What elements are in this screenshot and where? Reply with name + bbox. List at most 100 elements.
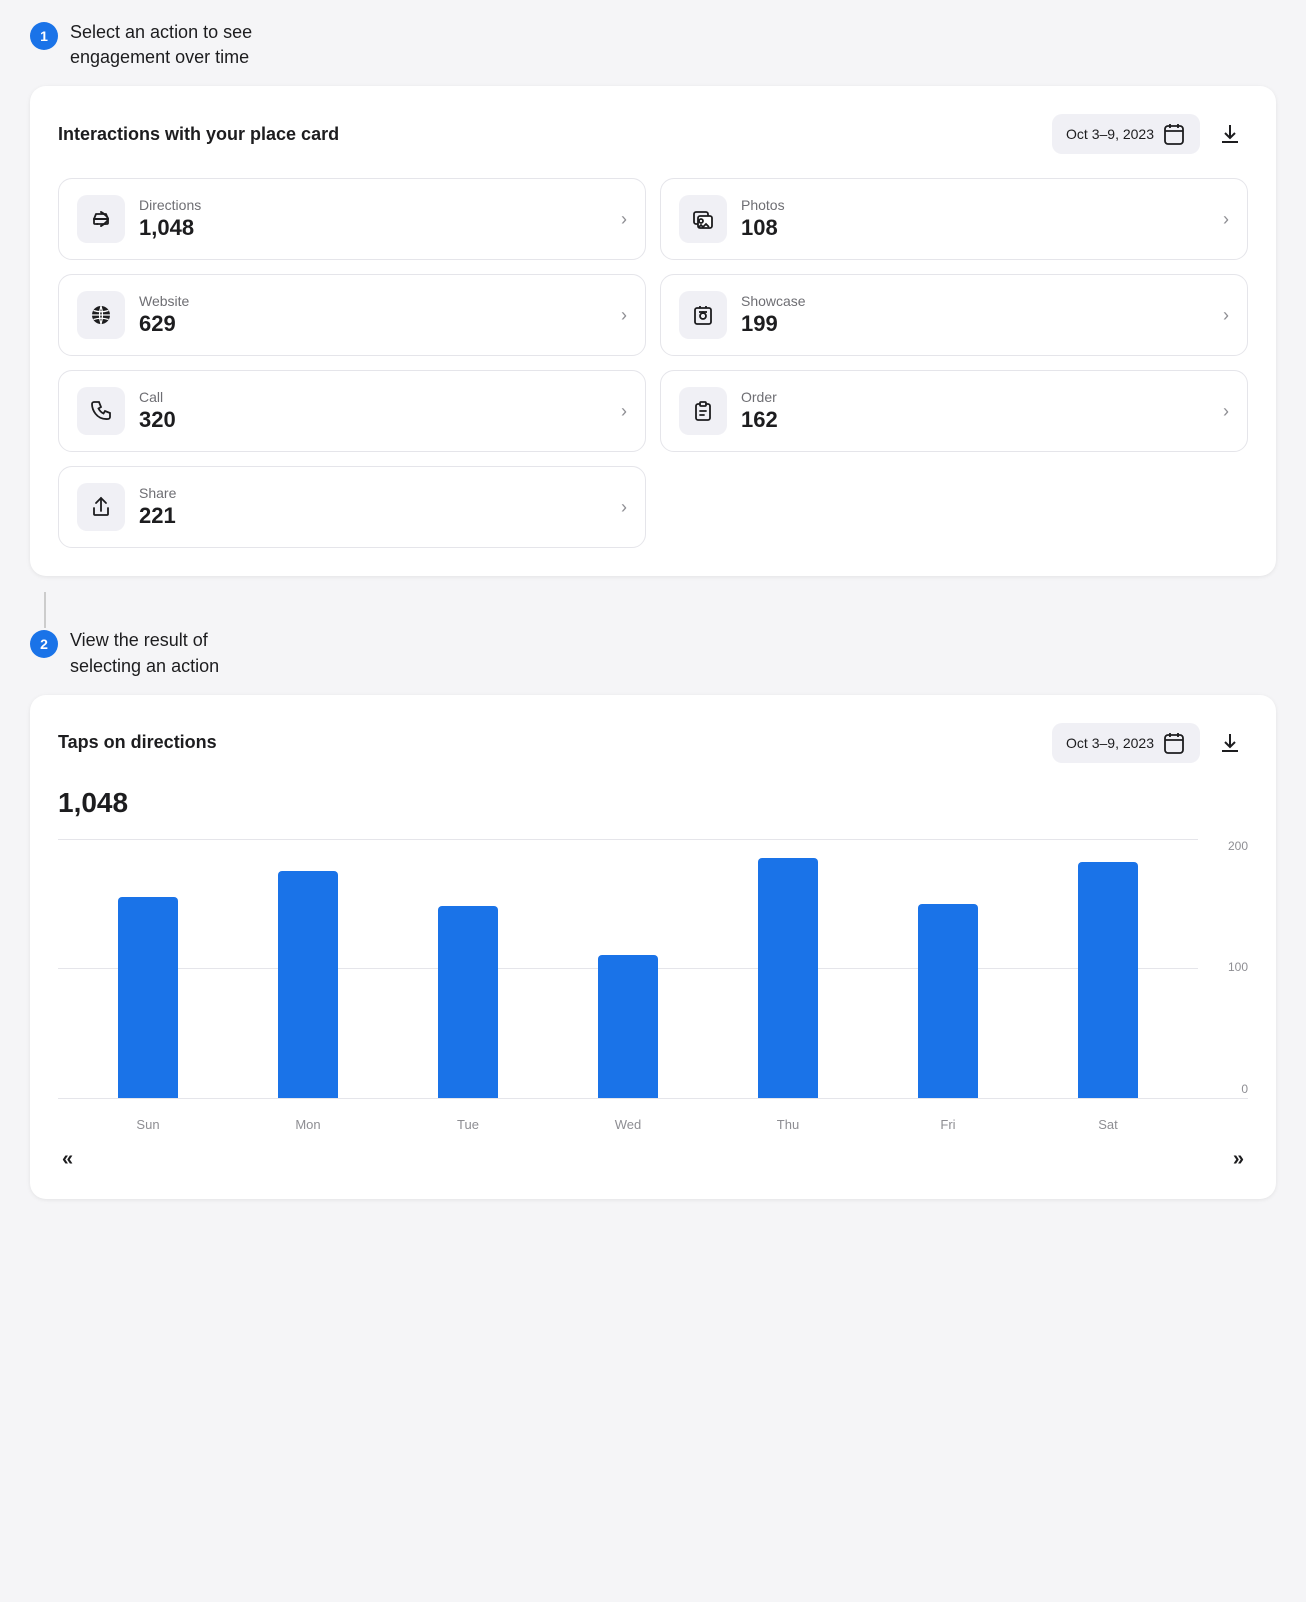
interaction-item-photos[interactable]: Photos 108 › (660, 178, 1248, 260)
bar-group-fri (868, 839, 1028, 1098)
bar-thu[interactable] (758, 858, 818, 1098)
chart-total-value: 1,048 (58, 787, 1248, 819)
bar-tue[interactable] (438, 906, 498, 1098)
call-icon-wrap (77, 387, 125, 435)
interactions-date-badge[interactable]: Oct 3–9, 2023 (1052, 114, 1200, 154)
bar-group-mon (228, 839, 388, 1098)
bar-mon[interactable] (278, 871, 338, 1098)
directions-info: Directions 1,048 (139, 197, 607, 241)
step-2-text: View the result ofselecting an action (70, 628, 219, 678)
bar-sun[interactable] (118, 897, 178, 1098)
call-icon (89, 399, 113, 423)
call-chevron: › (621, 401, 627, 422)
order-chevron: › (1223, 401, 1229, 422)
website-value: 629 (139, 311, 607, 337)
grid-line-bottom (58, 1098, 1198, 1099)
x-label-thu: Thu (708, 1117, 868, 1132)
chart-download-button[interactable] (1212, 725, 1248, 761)
chart-header-right: Oct 3–9, 2023 (1052, 723, 1248, 763)
chart-card-header: Taps on directions Oct 3–9, 2023 (58, 723, 1248, 763)
order-label: Order (741, 389, 1209, 405)
bar-wed[interactable] (598, 955, 658, 1097)
share-icon-wrap (77, 483, 125, 531)
photos-value: 108 (741, 215, 1209, 241)
chart-next-button[interactable]: » (1233, 1148, 1244, 1171)
chart-download-icon (1218, 731, 1242, 755)
website-info: Website 629 (139, 293, 607, 337)
x-label-mon: Mon (228, 1117, 388, 1132)
interactions-card-title: Interactions with your place card (58, 124, 339, 145)
bar-fri[interactable] (918, 904, 978, 1098)
bar-group-thu (708, 839, 868, 1098)
chart-prev-button[interactable]: « (62, 1148, 73, 1171)
showcase-icon-wrap (679, 291, 727, 339)
order-value: 162 (741, 407, 1209, 433)
showcase-chevron: › (1223, 305, 1229, 326)
photos-icon (691, 207, 715, 231)
y-label-0: 0 (1200, 1082, 1248, 1098)
showcase-label: Showcase (741, 293, 1209, 309)
x-axis-labels: SunMonTueWedThuFriSat (58, 1109, 1198, 1132)
step-1-circle: 1 (30, 22, 58, 50)
order-info: Order 162 (741, 389, 1209, 433)
bar-sat[interactable] (1078, 862, 1138, 1098)
x-label-fri: Fri (868, 1117, 1028, 1132)
bar-group-tue (388, 839, 548, 1098)
call-value: 320 (139, 407, 607, 433)
chart-bars (58, 839, 1198, 1098)
interactions-card: Interactions with your place card Oct 3–… (30, 86, 1276, 576)
interactions-card-header: Interactions with your place card Oct 3–… (58, 114, 1248, 154)
interaction-item-order[interactable]: Order 162 › (660, 370, 1248, 452)
bar-group-sun (68, 839, 228, 1098)
share-info: Share 221 (139, 485, 607, 529)
interactions-card-header-right: Oct 3–9, 2023 (1052, 114, 1248, 154)
directions-chevron: › (621, 209, 627, 230)
call-info: Call 320 (139, 389, 607, 433)
step-2-label: 2 View the result ofselecting an action (30, 628, 1276, 678)
chart-card-title: Taps on directions (58, 732, 217, 753)
showcase-info: Showcase 199 (741, 293, 1209, 337)
calendar-icon (1162, 122, 1186, 146)
interaction-item-share[interactable]: Share 221 › (58, 466, 646, 548)
share-chevron: › (621, 497, 627, 518)
interaction-item-call[interactable]: Call 320 › (58, 370, 646, 452)
photos-info: Photos 108 (741, 197, 1209, 241)
chart-calendar-icon (1162, 731, 1186, 755)
step-2-circle: 2 (30, 630, 58, 658)
website-icon-wrap (77, 291, 125, 339)
interaction-item-directions[interactable]: Directions 1,048 › (58, 178, 646, 260)
share-label: Share (139, 485, 607, 501)
photos-chevron: › (1223, 209, 1229, 230)
x-label-tue: Tue (388, 1117, 548, 1132)
directions-icon-wrap (77, 195, 125, 243)
interactions-grid: Directions 1,048 › Photos 108 › (58, 178, 1248, 548)
interactions-date-text: Oct 3–9, 2023 (1066, 126, 1154, 142)
interaction-item-showcase[interactable]: Showcase 199 › (660, 274, 1248, 356)
order-icon (691, 399, 715, 423)
website-icon (89, 303, 113, 327)
showcase-icon (691, 303, 715, 327)
chart-nav: « » (58, 1148, 1248, 1171)
x-label-wed: Wed (548, 1117, 708, 1132)
interactions-download-button[interactable] (1212, 116, 1248, 152)
y-label-200: 200 (1200, 839, 1248, 853)
y-label-100: 100 (1200, 960, 1248, 974)
call-label: Call (139, 389, 607, 405)
photos-icon-wrap (679, 195, 727, 243)
chart-date-badge[interactable]: Oct 3–9, 2023 (1052, 723, 1200, 763)
x-label-sun: Sun (68, 1117, 228, 1132)
step-1-text: Select an action to seeengagement over t… (70, 20, 252, 70)
showcase-value: 199 (741, 311, 1209, 337)
share-icon (89, 495, 113, 519)
download-icon (1218, 122, 1242, 146)
directions-label: Directions (139, 197, 607, 213)
bar-group-sat (1028, 839, 1188, 1098)
step-1-label: 1 Select an action to seeengagement over… (30, 20, 1276, 70)
directions-icon (89, 207, 113, 231)
interaction-item-website[interactable]: Website 629 › (58, 274, 646, 356)
y-axis-labels: 200 100 0 (1200, 839, 1248, 1098)
website-label: Website (139, 293, 607, 309)
directions-value: 1,048 (139, 215, 607, 241)
chart-container: 200 100 0 SunMonTueWedThuFriSat (58, 839, 1248, 1132)
bar-group-wed (548, 839, 708, 1098)
